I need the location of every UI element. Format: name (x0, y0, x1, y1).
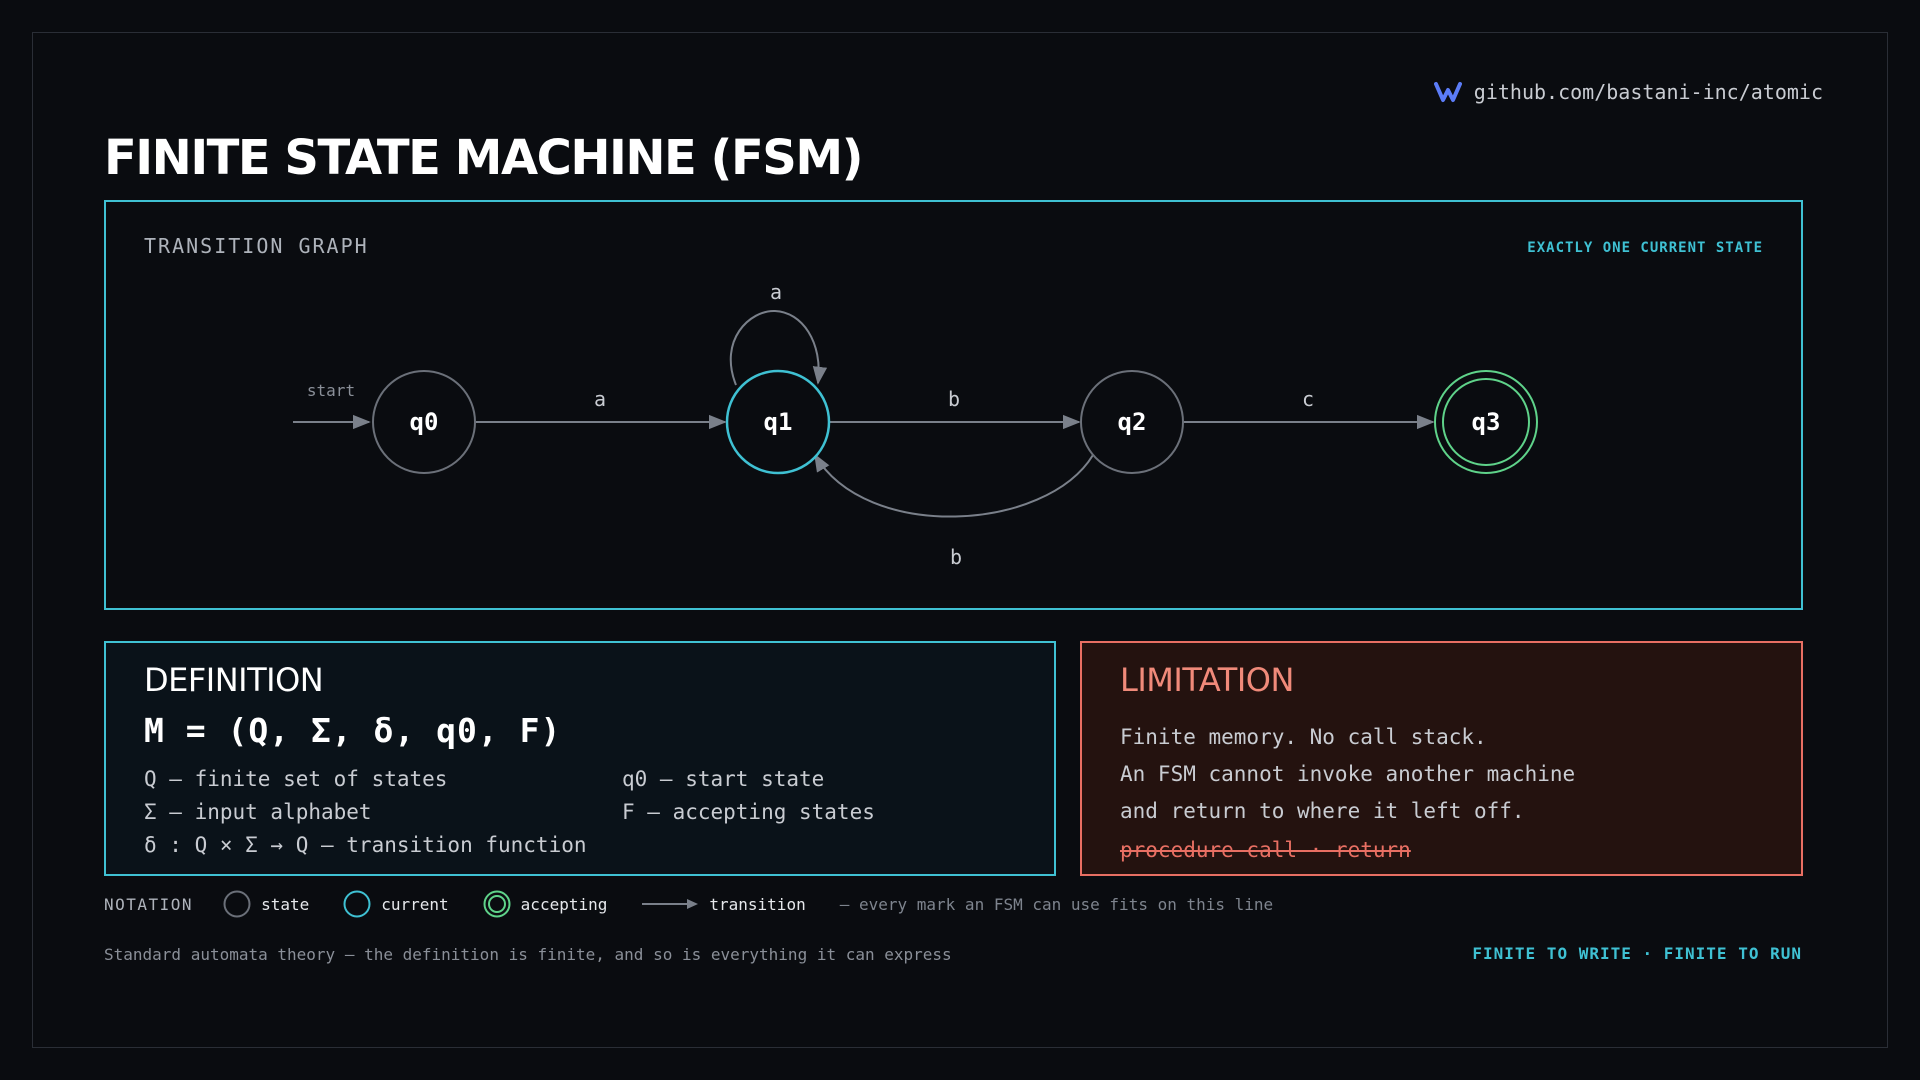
footer-tagline: FINITE TO WRITE · FINITE TO RUN (1472, 944, 1802, 963)
legend-state: state (223, 890, 309, 918)
repo-url[interactable]: github.com/bastani-inc/atomic (1474, 80, 1823, 104)
limitation-heading: LIMITATION (1120, 661, 1294, 699)
state-q0: q0 (372, 370, 476, 474)
legend-current-label: current (381, 894, 449, 914)
state-q3-label: q3 (1472, 408, 1501, 436)
definition-item: Σ — input alphabet (144, 800, 372, 824)
legend-current: current (343, 890, 449, 918)
state-q1-label: q1 (764, 408, 793, 436)
edge-q1-q2-label: b (948, 387, 960, 411)
state-q0-label: q0 (410, 408, 439, 436)
limitation-struck-text: procedure call · return (1120, 838, 1411, 862)
definition-item: F — accepting states (622, 800, 875, 824)
definition-item: q0 — start state (622, 767, 825, 791)
edge-q0-q1-label: a (594, 387, 606, 411)
state-q3-accepting: q3 (1434, 370, 1538, 474)
footer-caption: Standard automata theory — the definitio… (104, 945, 952, 964)
notation-note: — every mark an FSM can use fits on this… (839, 894, 1274, 914)
page-title: FINITE STATE MACHINE (FSM) (104, 130, 864, 186)
transition-arrow-icon (642, 899, 699, 909)
edge-q2-q3-label: c (1302, 387, 1314, 411)
legend-transition: transition (641, 894, 806, 914)
legend-state-label: state (261, 894, 310, 914)
limitation-panel: LIMITATION Finite memory. No call stack.… (1080, 641, 1803, 876)
limitation-line: and return to where it left off. (1120, 799, 1525, 823)
atomic-v-logo-icon (1433, 82, 1462, 102)
edge-q2-q1 (814, 453, 1094, 518)
accepting-circle-icon (483, 890, 511, 918)
definition-item: Q — finite set of states (144, 767, 448, 791)
definition-heading: DEFINITION (144, 661, 324, 699)
definition-panel: DEFINITION M = (Q, Σ, δ, q0, F) Q — fini… (104, 641, 1056, 876)
transition-graph: start a a b b c q0 q1 q2 q3 (293, 280, 1538, 569)
edge-q2-q1-label: b (950, 545, 962, 569)
transition-graph-panel: TRANSITION GRAPH EXACTLY ONE CURRENT STA… (104, 200, 1803, 610)
definition-formula: M = (Q, Σ, δ, q0, F) (144, 711, 562, 750)
repo-link[interactable]: github.com/bastani-inc/atomic (1433, 80, 1823, 104)
start-label: start (307, 381, 355, 400)
state-q2: q2 (1080, 370, 1184, 474)
current-circle-icon (343, 890, 371, 918)
legend-accepting-label: accepting (520, 894, 608, 914)
edge-q1-q1-label: a (770, 280, 782, 304)
notation-label: NOTATION (104, 894, 194, 914)
notation-legend: NOTATION state current accepting transit… (104, 890, 1273, 918)
legend-transition-label: transition (709, 894, 806, 914)
state-q1-current: q1 (725, 369, 831, 475)
definition-item: δ : Q × Σ → Q — transition function (144, 833, 587, 857)
state-circle-icon (223, 890, 251, 918)
state-q2-label: q2 (1118, 408, 1147, 436)
limitation-line: Finite memory. No call stack. (1120, 725, 1487, 749)
legend-accepting: accepting (483, 890, 608, 918)
limitation-line: An FSM cannot invoke another machine (1120, 762, 1576, 786)
